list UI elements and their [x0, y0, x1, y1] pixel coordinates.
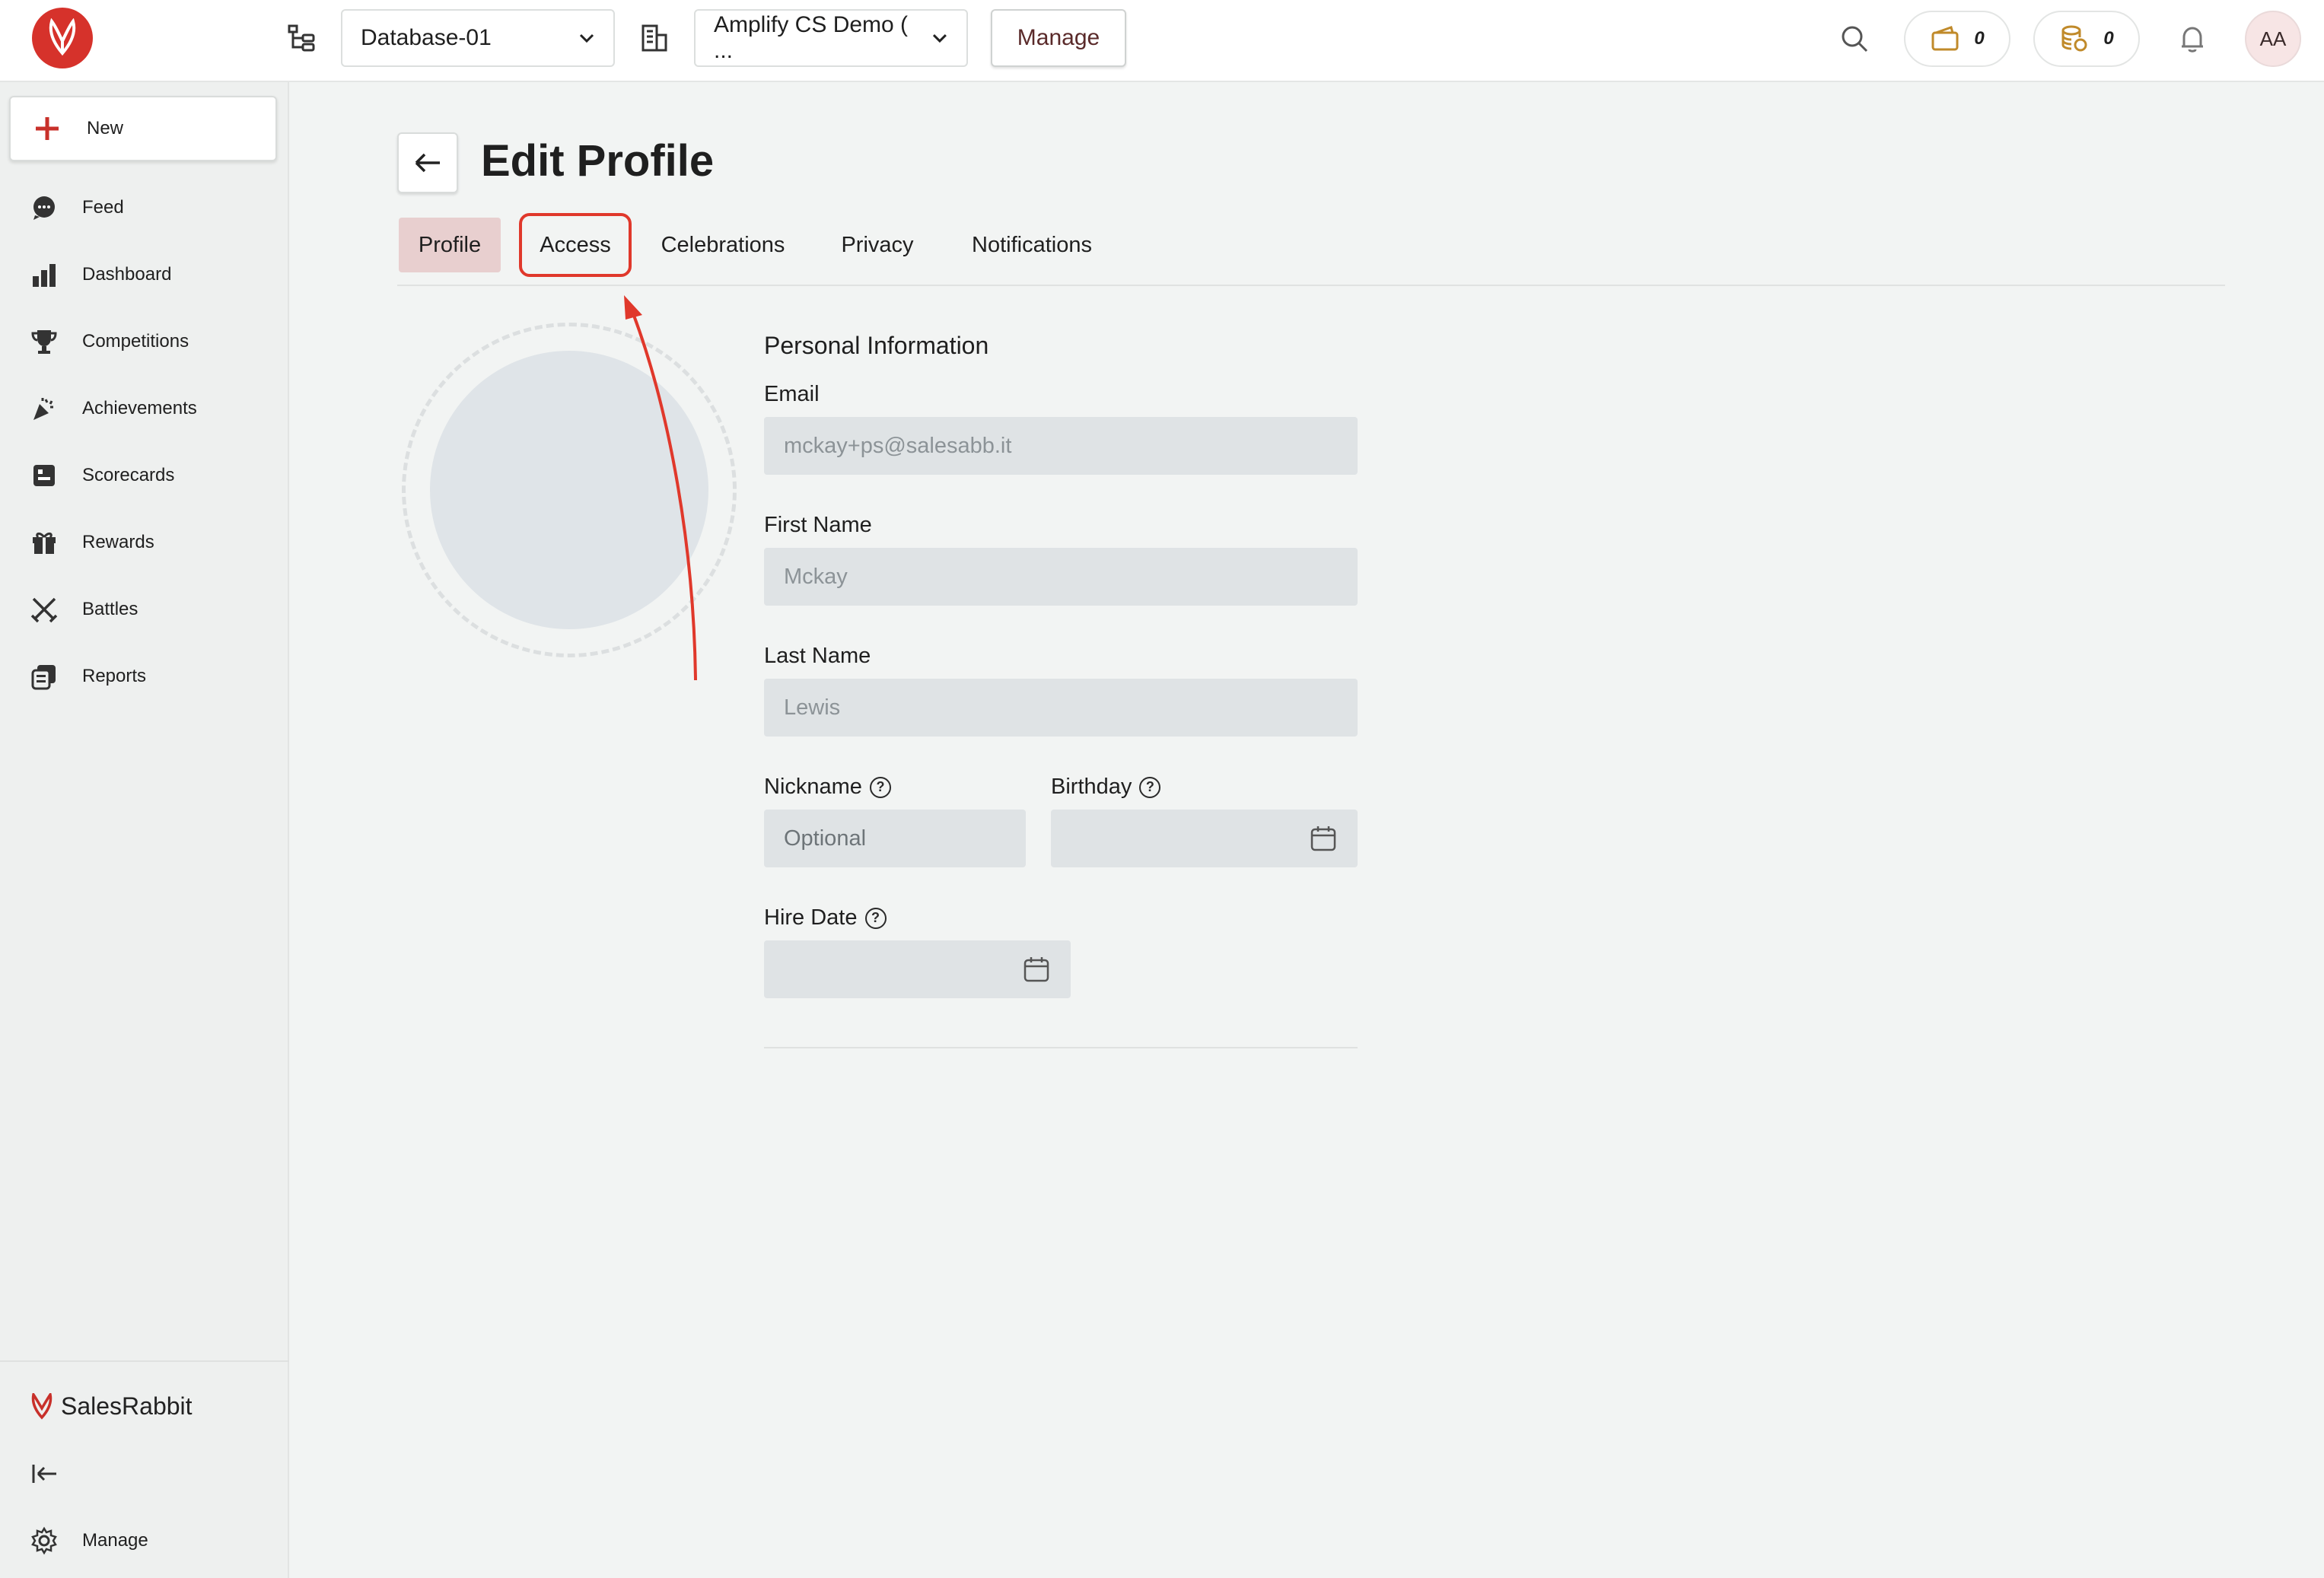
calendar-icon[interactable] — [1309, 824, 1338, 853]
email-label: Email — [764, 382, 820, 406]
plus-icon — [33, 115, 61, 142]
nickname-label-row: Nickname ? — [764, 775, 891, 800]
user-avatar[interactable]: AA — [2245, 11, 2301, 67]
sidebar-item-manage[interactable]: Manage — [0, 1514, 289, 1567]
hire-date-label-row: Hire Date ? — [764, 905, 887, 931]
party-popper-icon — [23, 395, 65, 422]
sidebar-item-dashboard[interactable]: Dashboard — [0, 248, 289, 301]
sidebar-item-label: Scorecards — [82, 465, 175, 485]
sidebar-item-label: Achievements — [82, 398, 197, 418]
profile-avatar[interactable] — [430, 351, 708, 629]
hierarchy-icon[interactable] — [283, 20, 320, 56]
sidebar-item-reports[interactable]: Reports — [0, 650, 289, 703]
annotation-arrow — [624, 295, 697, 681]
annotation-highlight — [519, 213, 632, 277]
sidebar-item-achievements[interactable]: Achievements — [0, 382, 289, 435]
sidebar-item-feed[interactable]: Feed — [0, 181, 289, 234]
sidebar-item-scorecards[interactable]: Scorecards — [0, 449, 289, 502]
help-icon[interactable]: ? — [864, 907, 887, 929]
chevron-down-icon — [933, 33, 947, 43]
new-button-label: New — [87, 118, 124, 138]
sidebar-item-label: Reports — [82, 666, 147, 686]
sidebar-item-battles[interactable]: Battles — [0, 583, 289, 636]
arrow-left-icon — [415, 153, 440, 173]
building-icon[interactable] — [636, 20, 673, 56]
nickname-label: Nickname — [764, 775, 862, 799]
database-select-value: Database-01 — [361, 25, 492, 50]
last-name-label: Last Name — [764, 644, 871, 668]
wallet-count: 0 — [1974, 28, 1985, 49]
new-button[interactable]: New — [9, 96, 277, 161]
database-select[interactable]: Database-01 — [341, 9, 615, 67]
tabs-divider — [397, 285, 2225, 286]
organization-select-value: Amplify CS Demo ( ... — [714, 12, 909, 63]
sidebar-item-label: Feed — [82, 197, 124, 218]
last-name-value: Lewis — [784, 695, 841, 720]
tab-privacy[interactable]: Privacy — [826, 218, 928, 272]
gift-icon — [23, 529, 65, 556]
sidebar-item-label: Dashboard — [82, 264, 172, 285]
search-icon[interactable] — [1835, 20, 1874, 58]
section-title: Personal Information — [764, 332, 989, 359]
email-field[interactable]: mckay+ps@salesabb.it — [764, 417, 1358, 475]
first-name-value: Mckay — [784, 564, 848, 589]
reports-icon — [23, 663, 65, 690]
tab-profile[interactable]: Profile — [399, 218, 501, 272]
sidebar-divider — [0, 1360, 289, 1362]
birthday-field[interactable] — [1051, 810, 1358, 867]
collapse-left-icon — [23, 1460, 65, 1487]
page-title: Edit Profile — [481, 136, 715, 186]
rabbit-logo-icon — [31, 1392, 53, 1420]
email-value: mckay+ps@salesabb.it — [784, 433, 1012, 458]
chat-bubble-icon — [23, 194, 65, 221]
bell-icon[interactable] — [2173, 20, 2211, 58]
hire-date-field[interactable] — [764, 940, 1071, 998]
sidebar-item-label: Rewards — [82, 532, 154, 552]
help-icon[interactable]: ? — [1139, 776, 1161, 798]
back-button[interactable] — [397, 132, 458, 193]
bar-chart-icon — [23, 261, 65, 288]
crossed-swords-icon — [23, 596, 65, 623]
coins-balance[interactable]: 0 — [2033, 11, 2140, 67]
organization-select[interactable]: Amplify CS Demo ( ... — [694, 9, 968, 67]
sidebar: New Feed Dashboard Competitions Achievem… — [0, 82, 289, 1578]
brand-wordmark: SalesRabbit — [30, 1392, 193, 1421]
hire-date-label: Hire Date — [764, 905, 858, 930]
wallet-icon — [1931, 26, 1959, 51]
sidebar-item-label: Battles — [82, 599, 138, 619]
sidebar-item-competitions[interactable]: Competitions — [0, 315, 289, 368]
trophy-icon — [23, 328, 65, 355]
sidebar-item-rewards[interactable]: Rewards — [0, 516, 289, 569]
salesrabbit-logo[interactable] — [32, 8, 93, 68]
coins-icon — [2061, 25, 2087, 52]
wallet-balance[interactable]: 0 — [1904, 11, 2010, 67]
form-divider — [764, 1047, 1358, 1048]
birthday-label-row: Birthday ? — [1051, 775, 1161, 800]
birthday-label: Birthday — [1051, 775, 1132, 799]
rabbit-logo-icon — [49, 18, 76, 56]
scorecard-icon — [23, 462, 65, 489]
sidebar-item-label: Competitions — [82, 331, 189, 352]
tab-notifications[interactable]: Notifications — [956, 218, 1108, 272]
first-name-label: First Name — [764, 513, 872, 537]
brand-name: SalesRabbit — [61, 1392, 193, 1420]
sidebar-item-label: Manage — [82, 1530, 148, 1551]
manage-button[interactable]: Manage — [991, 9, 1126, 67]
chevron-down-icon — [579, 33, 594, 43]
top-bar: Database-01 Amplify CS Demo ( ... Manage… — [0, 0, 2324, 82]
calendar-icon[interactable] — [1022, 955, 1051, 984]
help-icon[interactable]: ? — [869, 776, 891, 798]
coins-count: 0 — [2103, 28, 2114, 49]
gear-icon — [23, 1526, 65, 1555]
last-name-field[interactable]: Lewis — [764, 679, 1358, 737]
collapse-sidebar-button[interactable] — [0, 1447, 289, 1500]
nickname-placeholder: Optional — [784, 826, 867, 851]
first-name-field[interactable]: Mckay — [764, 548, 1358, 606]
tab-celebrations[interactable]: Celebrations — [647, 218, 799, 272]
nickname-field[interactable]: Optional — [764, 810, 1026, 867]
